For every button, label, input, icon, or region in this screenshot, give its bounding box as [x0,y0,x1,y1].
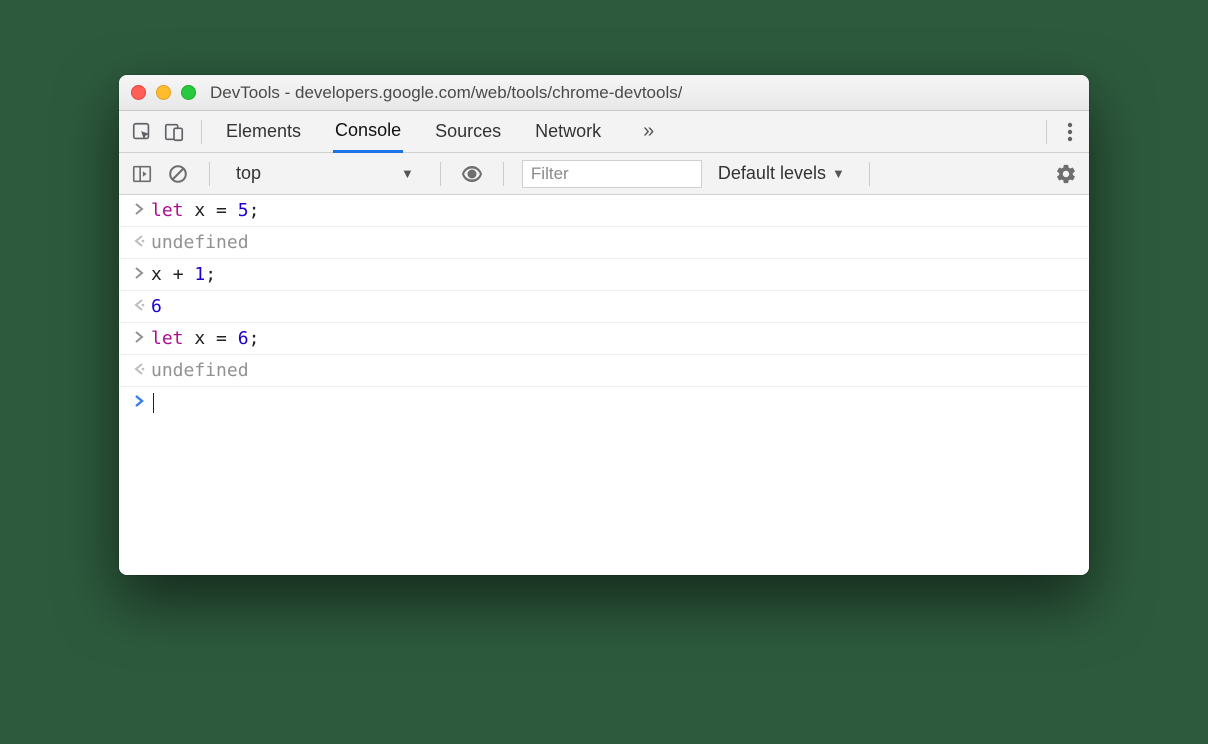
separator [1046,120,1047,144]
separator [503,162,504,186]
input-arrow-icon [127,200,151,216]
console-input-row: let x = 6; [119,323,1089,355]
settings-menu-button[interactable] [1061,121,1079,143]
console-output-row: 6 [119,291,1089,323]
execution-context-select[interactable]: top ▼ [228,161,422,186]
devtools-window: DevTools - developers.google.com/web/too… [119,75,1089,575]
close-window-button[interactable] [131,85,146,100]
clear-console-icon[interactable] [165,161,191,187]
console-output-row: undefined [119,355,1089,387]
console-input-row: x + 1; [119,259,1089,291]
tab-console[interactable]: Console [333,111,403,153]
input-arrow-icon [127,328,151,344]
input-arrow-icon [127,264,151,280]
code-text: let x = 5; [151,200,259,221]
output-arrow-icon [127,296,151,312]
output-arrow-icon [127,232,151,248]
panel-tabs: Elements Console Sources Network » [216,111,1032,153]
console-toolbar: top ▼ Default levels ▼ [119,153,1089,195]
code-text: 6 [151,296,162,317]
dropdown-caret-icon: ▼ [832,166,845,181]
minimize-window-button[interactable] [156,85,171,100]
device-toolbar-icon[interactable] [161,119,187,145]
maximize-window-button[interactable] [181,85,196,100]
titlebar: DevTools - developers.google.com/web/too… [119,75,1089,111]
separator [201,120,202,144]
window-title: DevTools - developers.google.com/web/too… [210,83,682,103]
code-text: undefined [151,232,249,253]
separator [440,162,441,186]
tab-sources[interactable]: Sources [433,112,503,151]
dropdown-caret-icon: ▼ [401,166,414,181]
console-output-row: undefined [119,227,1089,259]
tab-elements[interactable]: Elements [224,112,303,151]
code-text: x + 1; [151,264,216,285]
console-output[interactable]: let x = 5; undefined x + 1; 6 let x = 6; unde… [119,195,1089,575]
log-levels-select[interactable]: Default levels ▼ [712,163,851,184]
inspect-element-icon[interactable] [129,119,155,145]
console-prompt-row[interactable] [119,387,1089,418]
log-levels-label: Default levels [718,163,826,184]
prompt-input[interactable] [151,392,154,413]
live-expression-icon[interactable] [459,161,485,187]
execution-context-label: top [236,163,261,184]
code-text: undefined [151,360,249,381]
separator [869,162,870,186]
console-input-row: let x = 5; [119,195,1089,227]
filter-input[interactable] [522,160,702,188]
text-cursor [153,393,154,413]
traffic-lights [131,85,196,100]
console-settings-icon[interactable] [1053,161,1079,187]
output-arrow-icon [127,360,151,376]
separator [209,162,210,186]
prompt-arrow-icon [127,392,151,408]
tab-network[interactable]: Network [533,112,603,151]
main-tabbar: Elements Console Sources Network » [119,111,1089,153]
toggle-console-sidebar-icon[interactable] [129,161,155,187]
more-tabs-button[interactable]: » [633,120,664,143]
code-text: let x = 6; [151,328,259,349]
